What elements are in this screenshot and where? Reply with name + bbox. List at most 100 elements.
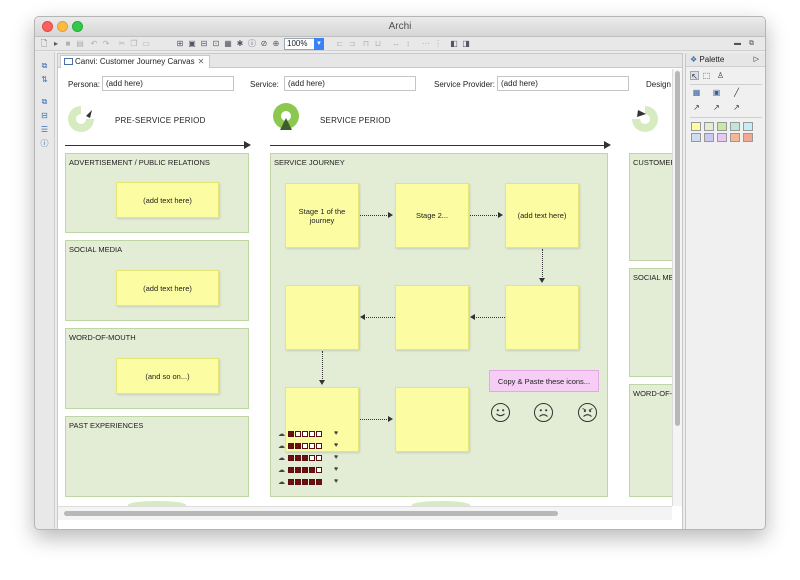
- connector-5-6[interactable]: [366, 317, 395, 318]
- validate-icon[interactable]: ⊘: [259, 39, 269, 49]
- outline-icon[interactable]: ⊟: [199, 39, 209, 49]
- outline-view-icon[interactable]: ☰: [39, 124, 50, 135]
- service-provider-field[interactable]: (add here): [497, 76, 629, 91]
- journey-stage-3[interactable]: (add text here): [505, 183, 579, 248]
- align-center-icon[interactable]: ⊐: [347, 39, 357, 49]
- sticky-color-swatch[interactable]: [717, 122, 727, 131]
- happy-face-icon[interactable]: [491, 403, 510, 422]
- sticky-note[interactable]: (and so on...): [116, 358, 219, 394]
- image-tool-icon[interactable]: ▣: [712, 88, 721, 97]
- tab-customer-journey-canvas[interactable]: Canvi: Customer Journey Canvas ✕: [60, 55, 210, 68]
- models-tree-icon[interactable]: ⊞: [175, 39, 185, 49]
- paste-icon[interactable]: ▭: [141, 39, 151, 49]
- sticky-color-swatch[interactable]: [743, 122, 753, 131]
- angry-face-icon[interactable]: [578, 403, 597, 422]
- persona-field[interactable]: (add here): [102, 76, 234, 91]
- connector-2-3[interactable]: [470, 215, 499, 216]
- properties-view-icon[interactable]: ⊟: [39, 110, 50, 121]
- info-view-icon[interactable]: ⓘ: [39, 138, 50, 149]
- grid-icon[interactable]: ✱: [235, 39, 245, 49]
- close-icon[interactable]: ✕: [198, 57, 205, 66]
- sticky-color-swatch[interactable]: [730, 133, 740, 142]
- chevron-down-icon[interactable]: ▾: [314, 38, 324, 50]
- navigator-icon[interactable]: ⊡: [211, 39, 221, 49]
- fill-color-icon[interactable]: ◧: [449, 39, 459, 49]
- zone-social-media-post[interactable]: SOCIAL MED: [629, 268, 672, 377]
- info-icon[interactable]: ⓘ: [247, 39, 257, 49]
- restore-icon[interactable]: ⧉: [39, 60, 50, 71]
- arrange-icon[interactable]: ⋮: [433, 39, 443, 49]
- journey-stage-8[interactable]: [395, 387, 469, 452]
- sticky-color-swatch[interactable]: [730, 122, 740, 131]
- match-width-icon[interactable]: ↔: [391, 39, 401, 49]
- sad-face-icon[interactable]: [534, 403, 553, 422]
- sticky-color-swatch[interactable]: [704, 133, 714, 142]
- sticky-color-swatch[interactable]: [743, 133, 753, 142]
- arrow-tool-icon[interactable]: ↗: [692, 103, 701, 112]
- distribute-icon[interactable]: ⋯: [421, 39, 431, 49]
- format-painter-icon[interactable]: ♙: [716, 71, 725, 80]
- line-tool-icon[interactable]: ╱: [732, 88, 741, 97]
- zoom-combo[interactable]: 100% ▾: [284, 38, 324, 50]
- zone-word-of-mouth-post[interactable]: WORD-OF-M: [629, 384, 672, 497]
- marquee-tool-icon[interactable]: ⬚: [702, 71, 711, 80]
- align-right-icon[interactable]: ⊓: [361, 39, 371, 49]
- font-color-icon[interactable]: ◨: [461, 39, 471, 49]
- rating-box: [295, 479, 301, 485]
- new-file-icon[interactable]: 🗋: [39, 39, 49, 49]
- match-height-icon[interactable]: ↕: [403, 39, 413, 49]
- collapse-palette-icon[interactable]: ▷: [754, 53, 759, 67]
- vertical-scroll-thumb[interactable]: [675, 71, 680, 426]
- horizontal-scroll-thumb[interactable]: [64, 511, 558, 516]
- model-tree-icon[interactable]: ⇅: [39, 74, 50, 85]
- zoom-fit-icon[interactable]: ⊕: [271, 39, 281, 49]
- palette-view-icon[interactable]: ▦: [223, 39, 233, 49]
- journey-stage-2[interactable]: Stage 2...: [395, 183, 469, 248]
- connector-4-5[interactable]: [476, 317, 505, 318]
- dashed-arrow-tool-icon[interactable]: ↗: [712, 103, 721, 112]
- rating-box: [316, 455, 322, 461]
- restore-icon[interactable]: ⧉: [39, 96, 50, 107]
- journey-stage-6[interactable]: [285, 285, 359, 350]
- vertical-scrollbar[interactable]: [672, 69, 682, 506]
- sticky-color-swatch[interactable]: [691, 122, 701, 131]
- journey-stage-5[interactable]: [395, 285, 469, 350]
- open-folder-icon[interactable]: ▸: [51, 39, 61, 49]
- cut-icon[interactable]: ✂: [117, 39, 127, 49]
- sticky-note[interactable]: (add text here): [116, 270, 219, 306]
- save-all-icon[interactable]: ▤: [75, 39, 85, 49]
- align-top-icon[interactable]: ⊔: [373, 39, 383, 49]
- sticky-color-swatch[interactable]: [704, 122, 714, 131]
- dotted-arrow-tool-icon[interactable]: ↗: [732, 103, 741, 112]
- copy-paste-icons-note[interactable]: Copy & Paste these icons...: [489, 370, 599, 392]
- properties-icon[interactable]: ▣: [187, 39, 197, 49]
- arrow-head-right: [498, 212, 503, 218]
- align-left-icon[interactable]: ⊏: [335, 39, 345, 49]
- sticky-color-swatch[interactable]: [691, 133, 701, 142]
- journey-stage-1[interactable]: Stage 1 of the journey: [285, 183, 359, 248]
- service-timeline-arrow: [270, 145, 606, 146]
- horizontal-scrollbar[interactable]: [58, 506, 672, 520]
- redo-icon[interactable]: ↷: [101, 39, 111, 49]
- maximize-view-icon[interactable]: ⧉: [749, 40, 754, 48]
- post-service-period-icon[interactable]: [630, 104, 660, 134]
- connector-6-7[interactable]: [322, 351, 323, 381]
- connector-1-2[interactable]: [360, 215, 389, 216]
- sticky-note[interactable]: (add text here): [116, 182, 219, 218]
- copy-icon[interactable]: ❐: [129, 39, 139, 49]
- service-period-icon[interactable]: [271, 102, 301, 134]
- select-tool-icon[interactable]: ↖: [690, 71, 699, 81]
- pre-service-period-icon[interactable]: [66, 104, 96, 134]
- connector-7-8[interactable]: [360, 419, 389, 420]
- minimize-view-icon[interactable]: ▬: [734, 40, 741, 47]
- journey-stage-4[interactable]: [505, 285, 579, 350]
- undo-icon[interactable]: ↶: [89, 39, 99, 49]
- connector-3-4[interactable]: [542, 249, 543, 279]
- service-field[interactable]: (add here): [284, 76, 416, 91]
- block-tool-icon[interactable]: ▦: [692, 88, 701, 97]
- zone-past-experiences[interactable]: PAST EXPERIENCES: [65, 416, 249, 497]
- zone-customer-feedback[interactable]: CUSTOMER F: [629, 153, 672, 261]
- sticky-color-swatch[interactable]: [717, 133, 727, 142]
- save-icon[interactable]: ■: [63, 39, 73, 49]
- diagram-canvas[interactable]: Persona: (add here) Service: (add here) …: [58, 69, 672, 506]
